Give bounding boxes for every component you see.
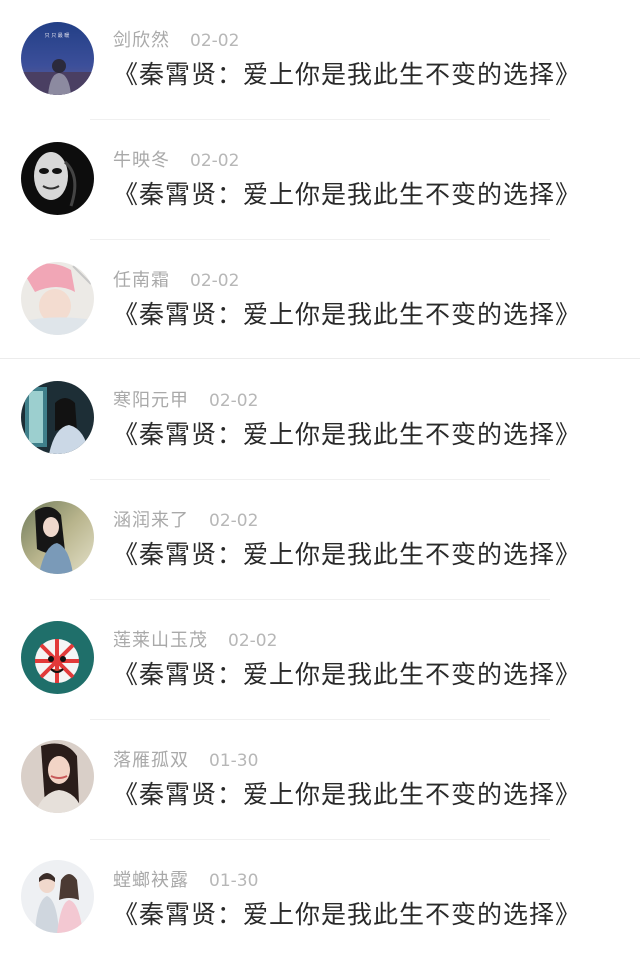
comment-text: 《秦霄贤：爱上你是我此生不变的选择》 — [113, 60, 582, 89]
comment-item[interactable]: 任南霜 02-02 《秦霄贤：爱上你是我此生不变的选择》 — [0, 240, 640, 360]
username[interactable]: 任南霜 — [113, 270, 170, 291]
comment-date: 01-30 — [209, 871, 259, 891]
avatar[interactable] — [21, 381, 94, 454]
comment-text: 《秦霄贤：爱上你是我此生不变的选择》 — [113, 780, 582, 809]
avatar[interactable] — [21, 501, 94, 574]
comment-date: 02-02 — [190, 151, 240, 171]
avatar-caption: 只 只 最 暖 — [45, 32, 70, 39]
cartoon-character-avatar-image — [21, 621, 94, 694]
comment-meta: 落雁孤双 01-30 — [113, 749, 258, 773]
comment-date: 02-02 — [209, 511, 259, 531]
comment-item[interactable]: 莲莱山玉茂 02-02 《秦霄贤：爱上你是我此生不变的选择》 — [0, 600, 640, 720]
username[interactable]: 落雁孤双 — [113, 750, 189, 771]
comment-list: 只 只 最 暖 剑欣然 02-02 《秦霄贤：爱上你是我此生不变的选择》 牛映冬 0… — [0, 0, 640, 958]
comment-item[interactable]: 牛映冬 02-02 《秦霄贤：爱上你是我此生不变的选择》 — [0, 120, 640, 240]
avatar[interactable] — [21, 740, 94, 813]
night-scene-avatar-image: 只 只 最 暖 — [21, 22, 94, 95]
username[interactable]: 螳螂袂露 — [113, 870, 189, 891]
girl-in-window-avatar-image — [21, 381, 94, 454]
comment-text: 《秦霄贤：爱上你是我此生不变的选择》 — [113, 900, 582, 929]
comment-date: 02-02 — [190, 271, 240, 291]
avatar[interactable] — [21, 142, 94, 215]
comment-meta: 任南霜 02-02 — [113, 269, 239, 293]
woman-portrait-avatar-image — [21, 740, 94, 813]
username[interactable]: 莲莱山玉茂 — [113, 630, 208, 651]
comment-date: 02-02 — [209, 391, 259, 411]
comment-date: 02-02 — [190, 31, 240, 51]
comment-item[interactable]: 涵润来了 02-02 《秦霄贤：爱上你是我此生不变的选择》 — [0, 480, 640, 600]
girl-portrait-avatar-image — [21, 501, 94, 574]
comment-text: 《秦霄贤：爱上你是我此生不变的选择》 — [113, 540, 582, 569]
mask-face-avatar-image — [21, 142, 94, 215]
comment-meta: 剑欣然 02-02 — [113, 29, 239, 53]
pink-hair-avatar-image — [21, 262, 94, 335]
username[interactable]: 剑欣然 — [113, 30, 170, 51]
avatar[interactable]: 只 只 最 暖 — [21, 22, 94, 95]
couple-avatar-image — [21, 860, 94, 933]
comment-item[interactable]: 只 只 最 暖 剑欣然 02-02 《秦霄贤：爱上你是我此生不变的选择》 — [0, 0, 640, 120]
comment-item[interactable]: 螳螂袂露 01-30 《秦霄贤：爱上你是我此生不变的选择》 — [0, 840, 640, 960]
comment-item[interactable]: 落雁孤双 01-30 《秦霄贤：爱上你是我此生不变的选择》 — [0, 720, 640, 840]
comment-date: 02-02 — [228, 631, 278, 651]
comment-meta: 螳螂袂露 01-30 — [113, 869, 258, 893]
avatar[interactable] — [21, 262, 94, 335]
comment-text: 《秦霄贤：爱上你是我此生不变的选择》 — [113, 300, 582, 329]
username[interactable]: 牛映冬 — [113, 150, 170, 171]
comment-text: 《秦霄贤：爱上你是我此生不变的选择》 — [113, 180, 582, 209]
divider — [0, 358, 640, 359]
avatar[interactable] — [21, 860, 94, 933]
comment-meta: 牛映冬 02-02 — [113, 149, 239, 173]
username[interactable]: 寒阳元甲 — [113, 390, 189, 411]
comment-meta: 莲莱山玉茂 02-02 — [113, 629, 277, 653]
avatar[interactable] — [21, 621, 94, 694]
username[interactable]: 涵润来了 — [113, 510, 189, 531]
comment-meta: 寒阳元甲 02-02 — [113, 389, 258, 413]
comment-text: 《秦霄贤：爱上你是我此生不变的选择》 — [113, 420, 582, 449]
comment-meta: 涵润来了 02-02 — [113, 509, 258, 533]
comment-date: 01-30 — [209, 751, 259, 771]
comment-text: 《秦霄贤：爱上你是我此生不变的选择》 — [113, 660, 582, 689]
comment-item[interactable]: 寒阳元甲 02-02 《秦霄贤：爱上你是我此生不变的选择》 — [0, 360, 640, 480]
